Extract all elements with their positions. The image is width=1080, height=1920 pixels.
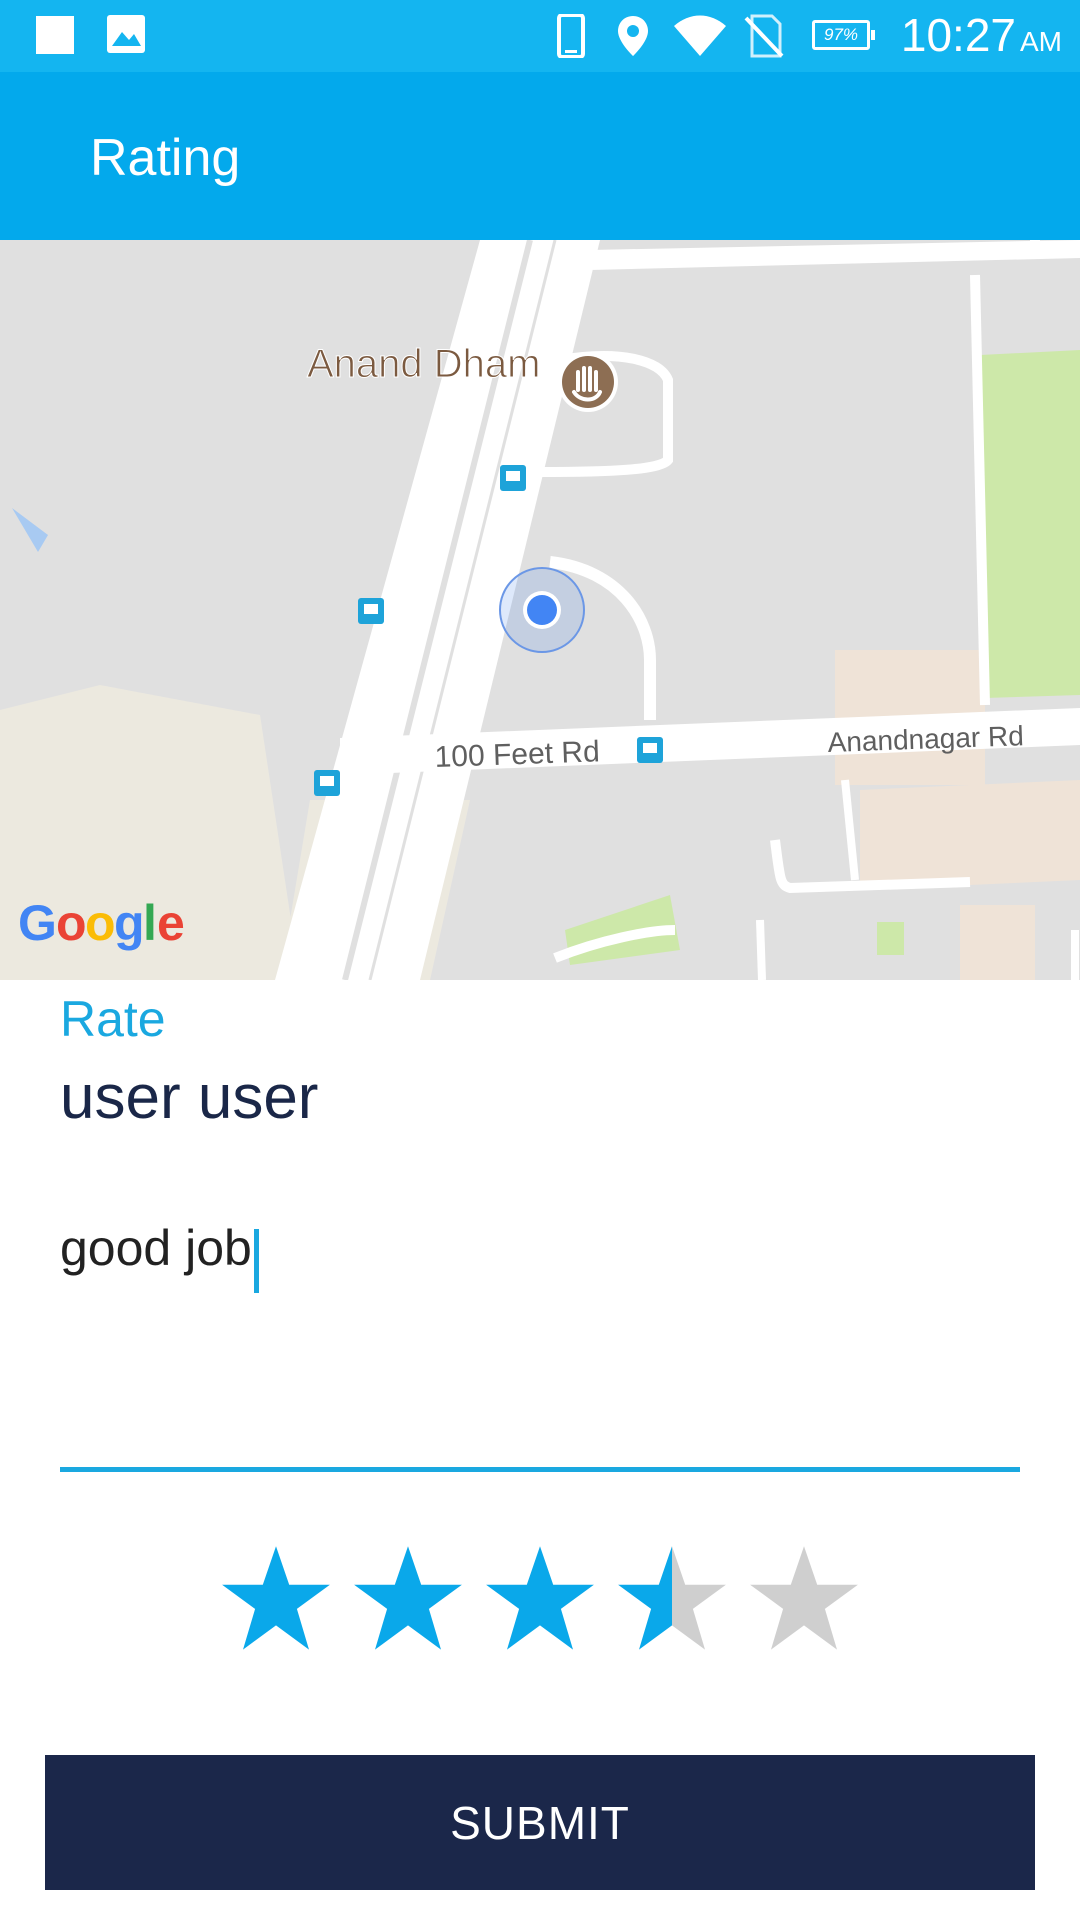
svg-text:e: e: [157, 895, 185, 951]
svg-text:o: o: [85, 895, 116, 951]
map-view[interactable]: Anand Dham 100 Feet Rd Anandnagar Rd G o…: [0, 240, 1080, 980]
bus-stop-icon: [500, 465, 526, 491]
app-bar: Rating: [0, 72, 1080, 240]
star-icon[interactable]: [220, 1544, 332, 1654]
star-icon[interactable]: [616, 1544, 728, 1654]
svg-text:o: o: [56, 895, 87, 951]
location-icon: [618, 16, 648, 56]
bus-stop-icon: [358, 598, 384, 624]
temple-marker-icon: [558, 352, 618, 412]
svg-text:g: g: [114, 895, 145, 951]
bus-stop-icon: [314, 770, 340, 796]
comment-field[interactable]: good job: [60, 1200, 1020, 1472]
bus-stop-icon: [637, 737, 663, 763]
image-icon: [107, 15, 145, 53]
rate-label: Rate: [60, 991, 166, 1047]
status-bar: 97% 10:27 AM: [0, 0, 1080, 72]
rating-bar[interactable]: [220, 1544, 860, 1654]
wifi-icon: [674, 15, 726, 56]
place-label: Anand Dham: [307, 342, 540, 386]
submit-button[interactable]: SUBMIT: [45, 1755, 1035, 1890]
svg-text:l: l: [143, 895, 157, 951]
star-icon[interactable]: [484, 1544, 596, 1654]
star-icon[interactable]: [352, 1544, 464, 1654]
page-title: Rating: [90, 129, 241, 187]
google-logo: G o o g l e: [18, 895, 185, 951]
my-location-icon: [499, 567, 585, 653]
star-icon[interactable]: [748, 1544, 860, 1654]
comment-text: good job: [60, 1220, 252, 1276]
phone-icon: [557, 14, 585, 58]
battery-icon: 97%: [812, 20, 875, 50]
no-sim-icon: [744, 14, 784, 58]
status-time: 10:27 AM: [900, 9, 1062, 61]
road-label: 100 Feet Rd: [434, 735, 600, 774]
user-name: user user: [60, 1063, 319, 1132]
svg-text:G: G: [18, 895, 57, 951]
stop-icon: [36, 16, 74, 54]
text-cursor: [253, 1228, 259, 1293]
